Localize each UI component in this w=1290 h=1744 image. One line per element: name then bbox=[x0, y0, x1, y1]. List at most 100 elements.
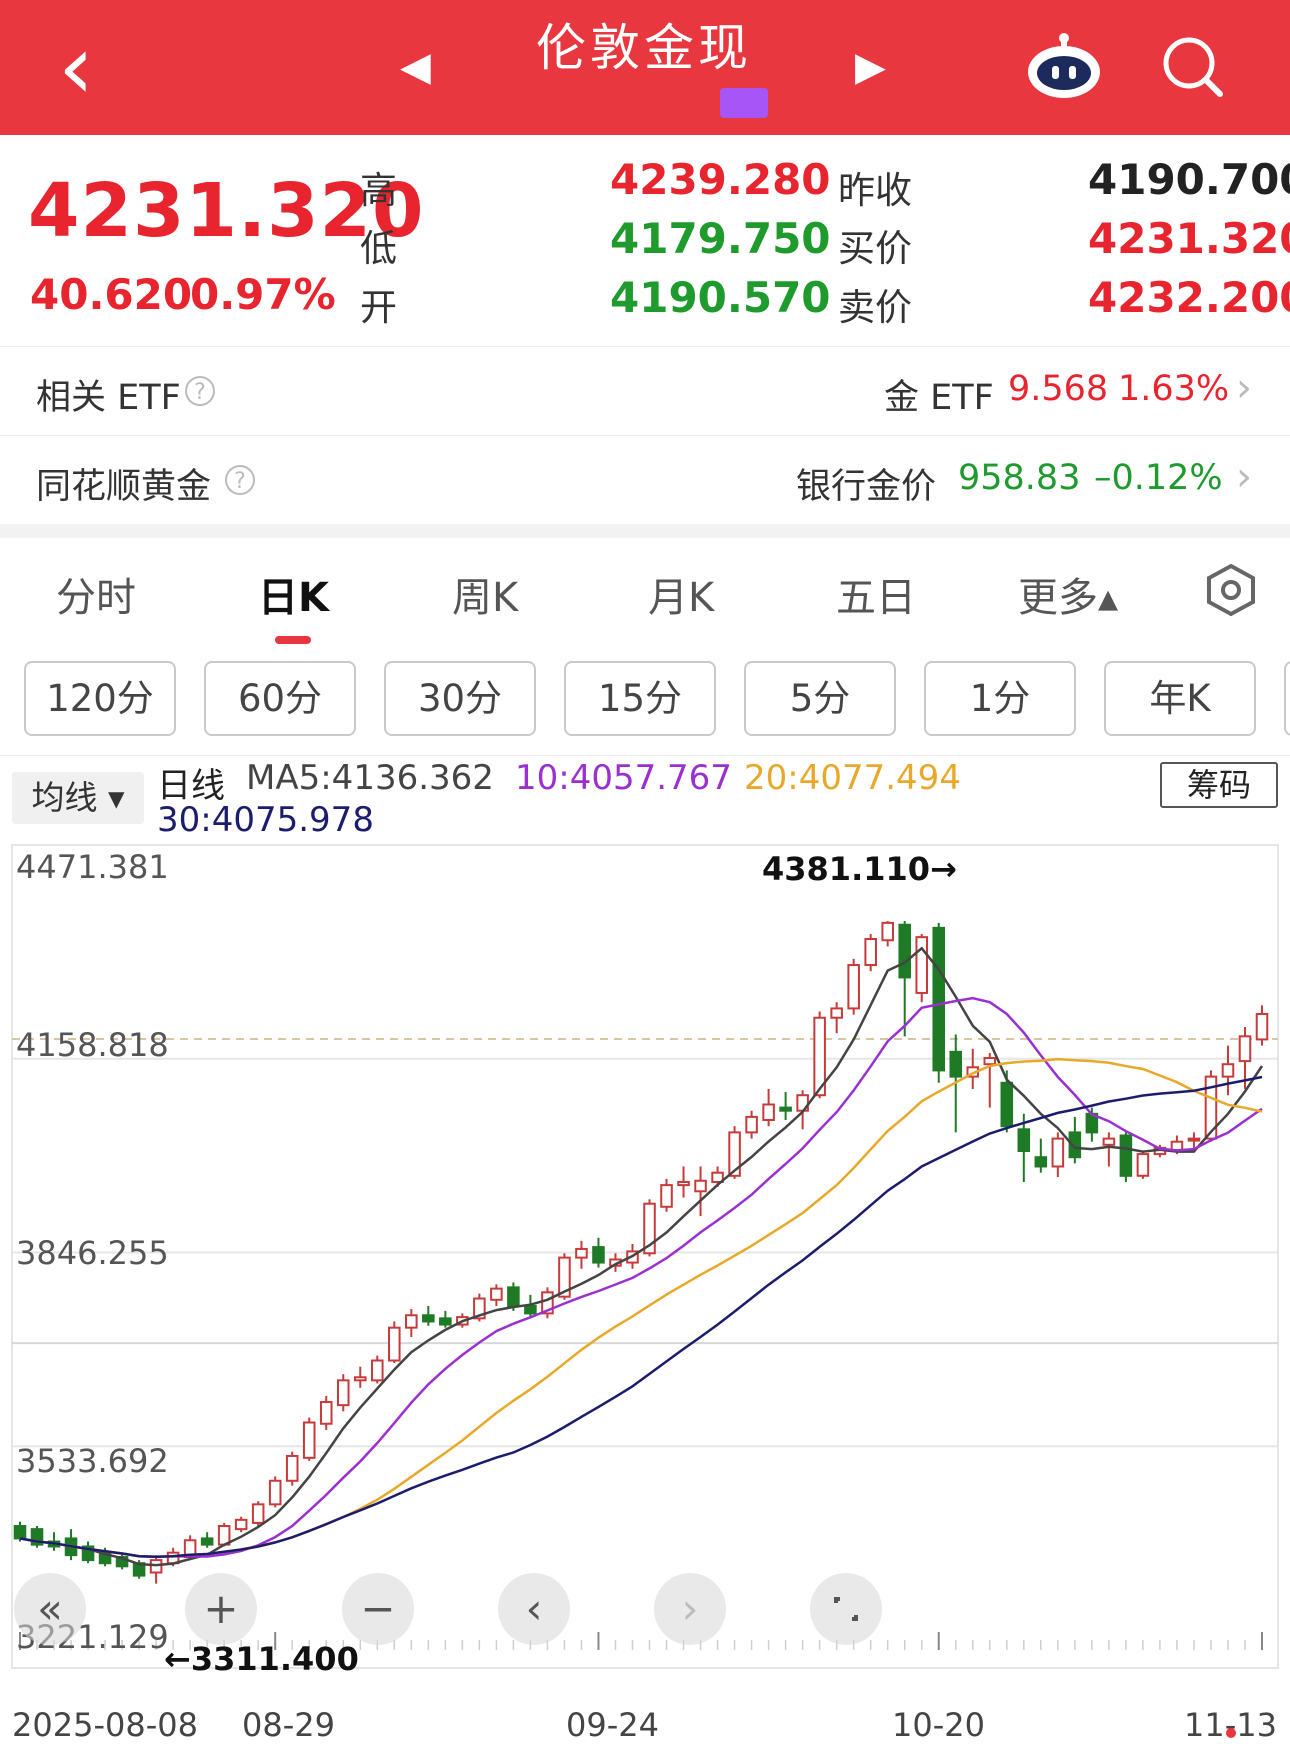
price-change-pct: 0.97% bbox=[190, 270, 336, 319]
candle-body bbox=[762, 1103, 775, 1122]
ma5-line bbox=[19, 946, 1264, 1567]
help-icon[interactable]: ? bbox=[225, 465, 255, 495]
etf-pct: 1.63% bbox=[1118, 369, 1230, 409]
x-tick-label: 09-24 bbox=[566, 1706, 659, 1744]
price-change: 40.620 bbox=[30, 270, 193, 319]
candle-body bbox=[405, 1314, 418, 1329]
candle-body bbox=[422, 1314, 435, 1323]
help-icon[interactable]: ? bbox=[185, 376, 215, 406]
etf-name: 金 ETF bbox=[884, 378, 994, 418]
candle-body bbox=[779, 1106, 792, 1112]
high-value: 4239.280 bbox=[610, 155, 831, 204]
tab-more[interactable]: 更多▴ bbox=[1018, 565, 1118, 623]
search-icon[interactable] bbox=[1160, 34, 1226, 100]
tab-daily-k[interactable]: 日K bbox=[258, 565, 329, 623]
interval-1min[interactable]: 1分 bbox=[924, 661, 1076, 736]
candle-body bbox=[660, 1184, 673, 1208]
candle-body bbox=[864, 938, 877, 967]
ma10-readout: 10:4057.767 bbox=[515, 758, 732, 798]
ma-selector[interactable]: 均线 ▾ bbox=[12, 772, 144, 824]
assistant-robot-icon[interactable] bbox=[1026, 30, 1102, 100]
max-price-annotation: 4381.110→ bbox=[762, 850, 957, 888]
candle-body bbox=[1017, 1128, 1031, 1152]
candle-body bbox=[592, 1246, 605, 1264]
ths-gold-row[interactable]: 同花顺黄金 ? 银行金价 958.83 –0.12% › bbox=[0, 436, 1290, 524]
ths-gold-label: 同花顺黄金 bbox=[36, 467, 212, 507]
candle-body bbox=[1238, 1035, 1252, 1063]
candle-body bbox=[1119, 1134, 1133, 1177]
fullscreen-icon[interactable] bbox=[810, 1573, 882, 1645]
related-etf-label: 相关 ETF bbox=[36, 378, 181, 418]
candle-body bbox=[353, 1376, 367, 1382]
x-tick-label: 10-20 bbox=[892, 1706, 985, 1744]
back-button[interactable]: ‹ bbox=[58, 18, 94, 118]
tab-intraday[interactable]: 分时 bbox=[56, 565, 136, 623]
tab-weekly-k[interactable]: 周K bbox=[452, 565, 518, 623]
candle-body bbox=[949, 1050, 963, 1078]
chevron-right-icon: › bbox=[1236, 454, 1252, 500]
interval-5min[interactable]: 5分 bbox=[744, 661, 896, 736]
x-tick-label: 11-13 bbox=[1184, 1706, 1277, 1744]
y-tick-label: 3533.692 bbox=[16, 1442, 169, 1480]
tab-monthly-k[interactable]: 月K bbox=[648, 565, 714, 623]
candle-body bbox=[575, 1247, 588, 1259]
active-tab-indicator bbox=[275, 636, 311, 644]
scroll-right-button[interactable]: › bbox=[654, 1573, 726, 1645]
ma30-readout: 30:4075.978 bbox=[157, 800, 374, 840]
open-value: 4190.570 bbox=[610, 273, 831, 322]
prev-close-label: 昨收 bbox=[838, 169, 912, 212]
interval-15min[interactable]: 15分 bbox=[564, 661, 716, 736]
candle-body bbox=[285, 1454, 299, 1482]
candle-body bbox=[13, 1525, 27, 1540]
candle-body bbox=[302, 1421, 316, 1459]
settings-hex-icon[interactable] bbox=[1203, 562, 1259, 618]
related-etf-row[interactable]: 相关 ETF ? 金 ETF 9.568 1.63% › bbox=[0, 347, 1290, 435]
candle-body bbox=[507, 1286, 520, 1307]
chip-distribution-button[interactable]: 筹码 bbox=[1160, 762, 1278, 808]
candle-body bbox=[830, 1007, 843, 1019]
next-symbol-button[interactable]: ▶ bbox=[855, 44, 886, 90]
candle-body bbox=[388, 1326, 401, 1362]
candle-body bbox=[915, 936, 929, 994]
subtitle-badge bbox=[720, 88, 768, 118]
candle-body bbox=[268, 1479, 282, 1506]
candle-body bbox=[1051, 1137, 1065, 1168]
y-tick-label: 4471.381 bbox=[16, 848, 169, 886]
prev-symbol-button[interactable]: ◀ bbox=[400, 44, 431, 90]
candle-body bbox=[745, 1115, 758, 1134]
candle-body bbox=[524, 1304, 537, 1315]
interval-60min[interactable]: 60分 bbox=[204, 661, 356, 736]
tab-five-day[interactable]: 五日 bbox=[836, 565, 916, 623]
open-label: 开 bbox=[360, 286, 397, 329]
interval-120min[interactable]: 120分 bbox=[24, 661, 176, 736]
zoom-in-button[interactable]: + bbox=[185, 1573, 257, 1645]
top-bar: ‹ ◀ 伦敦金现 ▶ bbox=[0, 0, 1290, 135]
ma20-readout: 20:4077.494 bbox=[744, 758, 961, 798]
x-tick-label: 08-29 bbox=[242, 1706, 335, 1744]
candle-body bbox=[200, 1537, 214, 1546]
scroll-left-button[interactable]: ‹ bbox=[498, 1573, 570, 1645]
min-price-annotation: ←3311.400 bbox=[164, 1640, 359, 1678]
interval-year-k[interactable]: 年K bbox=[1104, 661, 1256, 736]
zoom-out-button[interactable]: − bbox=[342, 1573, 414, 1645]
ask-value: 4232.200 bbox=[1088, 273, 1290, 322]
candle-body bbox=[1000, 1081, 1014, 1128]
candle-body bbox=[847, 964, 860, 1010]
bank-gold-pct: –0.12% bbox=[1094, 458, 1223, 498]
candle-body bbox=[694, 1179, 707, 1193]
candle-body bbox=[1255, 1013, 1269, 1041]
low-value: 4179.750 bbox=[610, 214, 831, 263]
candle-body bbox=[1102, 1137, 1116, 1146]
candle-body bbox=[677, 1180, 690, 1187]
candle-body bbox=[1221, 1063, 1235, 1078]
y-tick-label: 3846.255 bbox=[16, 1234, 169, 1272]
candle-body bbox=[234, 1518, 248, 1531]
low-label: 低 bbox=[360, 227, 397, 270]
interval-30min[interactable]: 30分 bbox=[384, 661, 536, 736]
candle-body bbox=[881, 921, 894, 942]
scroll-left-fast-button[interactable]: « bbox=[14, 1573, 86, 1645]
page-title: 伦敦金现 bbox=[536, 19, 752, 77]
prev-close-value: 4190.700 bbox=[1088, 155, 1290, 204]
x-tick-label: 2025-08-08 bbox=[12, 1706, 198, 1744]
candle-body bbox=[319, 1401, 333, 1425]
